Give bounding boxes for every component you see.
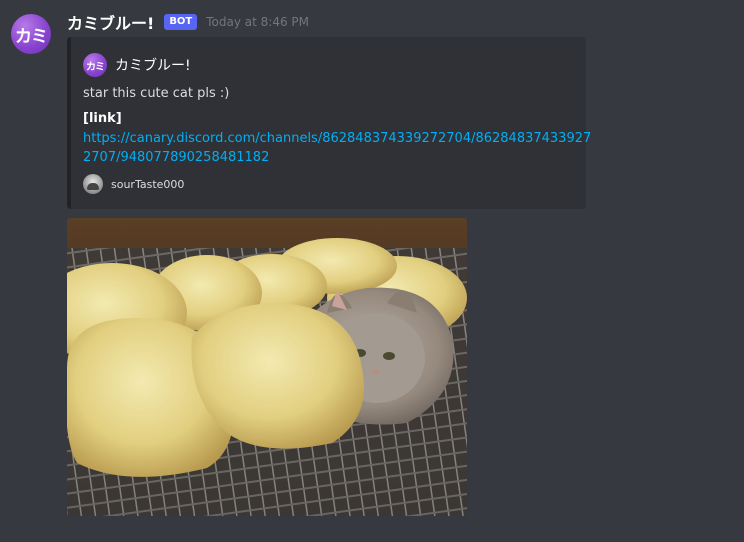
username[interactable]: カミブルー!: [67, 10, 154, 34]
embed-author-avatar-text: カミ: [86, 61, 105, 73]
embed-description: star this cute cat pls :): [83, 86, 230, 101]
embed-footer-text: sourTaste000: [111, 177, 185, 191]
bot-badge: BOT: [164, 14, 198, 30]
message-link-line-1[interactable]: https://canary.discord.com/channels/8628…: [83, 129, 591, 148]
chat-message: カミ カミブルー! BOT Today at 8:46 PM カミ カミブルー!…: [0, 0, 744, 542]
message-link-line-2[interactable]: 2707/948077890258481182: [83, 148, 591, 167]
embed-footer: sourTaste000: [83, 174, 184, 194]
message-timestamp: Today at 8:46 PM: [206, 15, 310, 29]
embed-field-name: [link]: [83, 111, 122, 126]
embed-author-name: カミブルー!: [115, 58, 191, 74]
user-avatar[interactable]: カミ: [11, 14, 51, 54]
embed-author-avatar: カミ: [83, 53, 107, 77]
message-embed: カミ カミブルー! star this cute cat pls :) [lin…: [67, 37, 591, 209]
avatar-text: カミ: [15, 26, 48, 47]
image-attachment[interactable]: [67, 218, 467, 516]
cat-bread-image: [67, 218, 467, 516]
footer-avatar-icon: [83, 174, 103, 194]
embed-author: カミ カミブルー!: [83, 53, 191, 77]
message-header: カミブルー! BOT Today at 8:46 PM: [67, 11, 309, 33]
message-link[interactable]: https://canary.discord.com/channels/8628…: [83, 129, 591, 167]
